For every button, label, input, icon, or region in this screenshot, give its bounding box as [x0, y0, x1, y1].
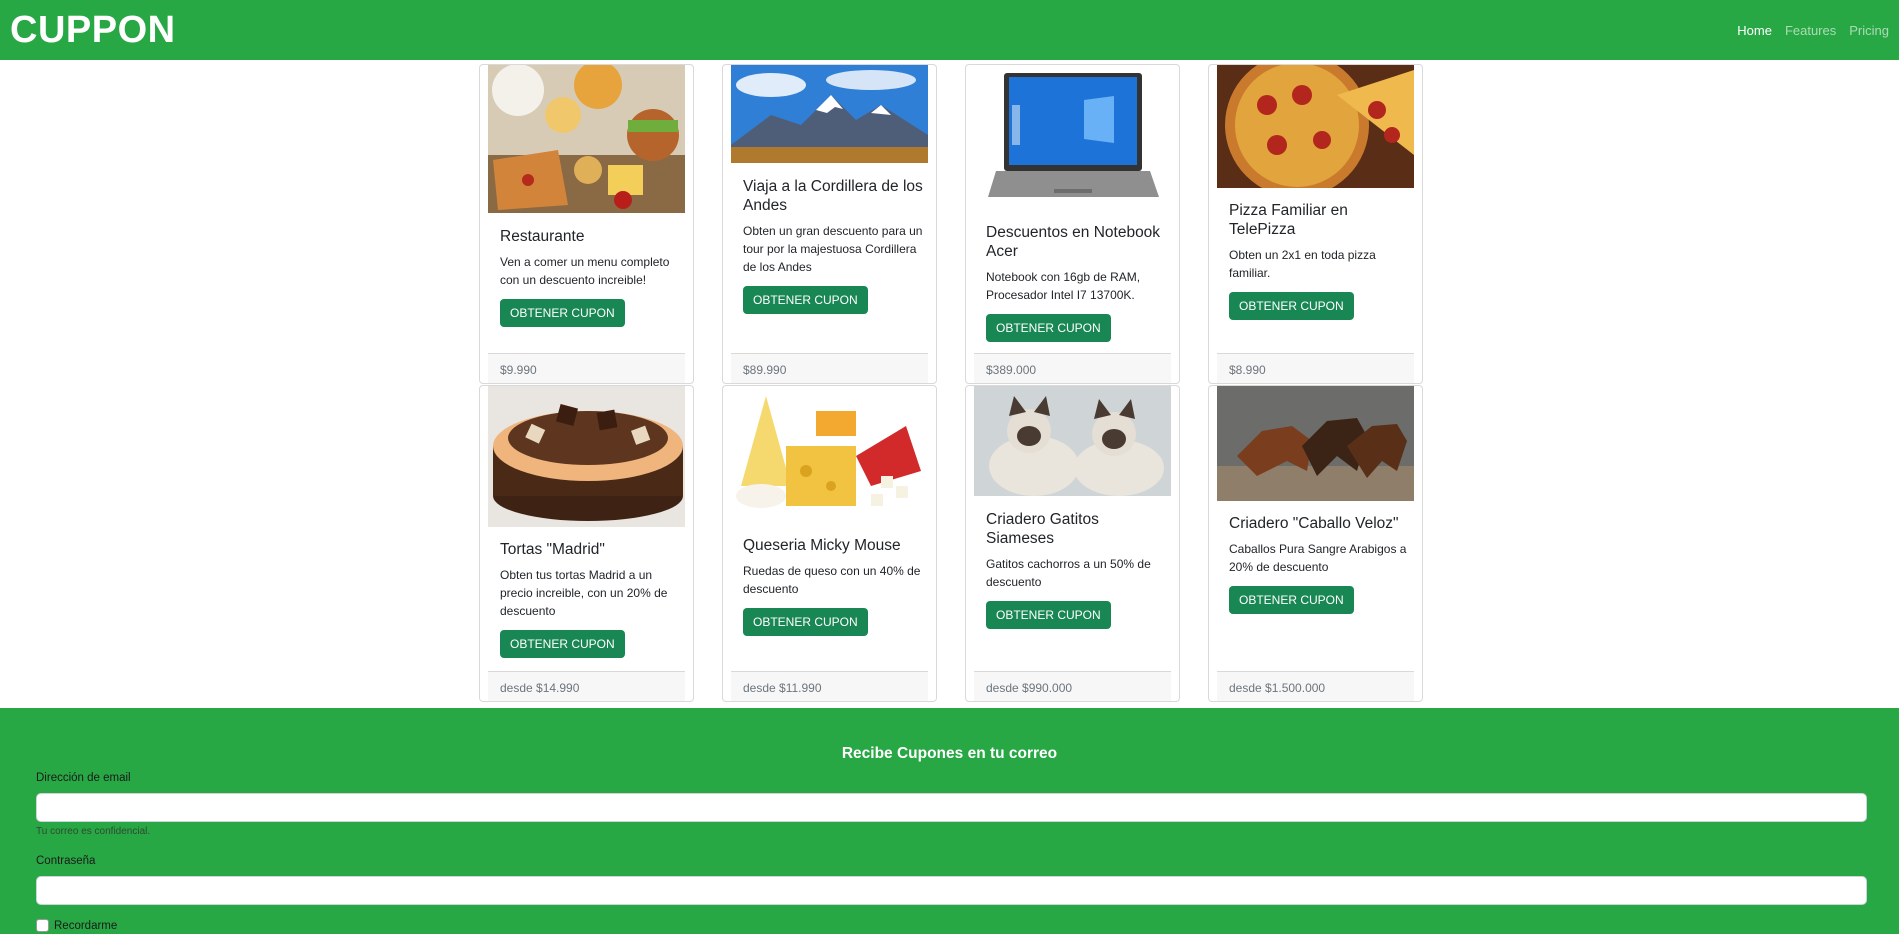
- get-coupon-button[interactable]: OBTENER CUPON: [500, 630, 625, 658]
- coupon-card-andes: Viaja a la Cordillera de los Andes Obten…: [722, 64, 937, 384]
- coupon-card-tortas: Tortas "Madrid" Obten tus tortas Madrid …: [479, 385, 694, 702]
- card-title: Criadero Gatitos Siameses: [986, 511, 1099, 547]
- coupon-card-queseria: Queseria Micky Mouse Ruedas de queso con…: [722, 385, 937, 702]
- coupon-card-restaurante: Restaurante Ven a comer un menu completo…: [479, 64, 694, 384]
- card-price: $9.990: [488, 353, 685, 383]
- get-coupon-button[interactable]: OBTENER CUPON: [986, 601, 1111, 629]
- card-body: Restaurante Ven a comer un menu completo…: [500, 227, 683, 327]
- card-text: Obten un gran descuento para un tour por…: [743, 224, 923, 274]
- newsletter-title: Recibe Cupones en tu correo: [841, 745, 1058, 762]
- card-body: Tortas "Madrid" Obten tus tortas Madrid …: [500, 540, 683, 658]
- card-title: Pizza Familiar en TelePizza: [1229, 202, 1348, 238]
- card-price: desde $1.500.000: [1217, 671, 1414, 701]
- card-text: Caballos Pura Sangre Arabigos a 20% de d…: [1229, 542, 1407, 574]
- get-coupon-button[interactable]: OBTENER CUPON: [500, 299, 625, 327]
- card-title: Criadero "Caballo Veloz": [1229, 515, 1399, 532]
- nav-link-home[interactable]: Home: [1737, 23, 1772, 38]
- card-price: $89.990: [731, 353, 928, 383]
- mountain-image: [731, 65, 928, 163]
- nav-links: Home Features Pricing: [1737, 23, 1889, 38]
- nav-link-features[interactable]: Features: [1785, 23, 1836, 38]
- card-body: Queseria Micky Mouse Ruedas de queso con…: [743, 536, 926, 636]
- fast-food-image: [488, 65, 685, 213]
- card-body: Criadero Gatitos Siameses Gatitos cachor…: [986, 510, 1169, 629]
- coupon-card-gatitos: Criadero Gatitos Siameses Gatitos cachor…: [965, 385, 1180, 702]
- cats-image: [974, 386, 1171, 496]
- card-body: Criadero "Caballo Veloz" Caballos Pura S…: [1229, 514, 1412, 614]
- nav-link-pricing[interactable]: Pricing: [1849, 23, 1889, 38]
- card-title: Viaja a la Cordillera de los Andes: [743, 178, 923, 214]
- get-coupon-button[interactable]: OBTENER CUPON: [743, 608, 868, 636]
- coupon-card-caballos: Criadero "Caballo Veloz" Caballos Pura S…: [1208, 385, 1423, 702]
- newsletter-section: Recibe Cupones en tu correo Dirección de…: [0, 708, 1899, 934]
- card-text: Ruedas de queso con un 40% de descuento: [743, 564, 921, 596]
- card-price: desde $11.990: [731, 671, 928, 701]
- email-label: Dirección de email: [36, 772, 131, 784]
- card-title: Queseria Micky Mouse: [743, 537, 901, 554]
- coupon-card-pizza: Pizza Familiar en TelePizza Obten un 2x1…: [1208, 64, 1423, 384]
- card-title: Tortas "Madrid": [500, 541, 605, 558]
- email-field[interactable]: [36, 793, 1867, 822]
- pizza-image: [1217, 65, 1414, 188]
- coupon-card-notebook: Descuentos en Notebook Acer Notebook con…: [965, 64, 1180, 384]
- cheese-image: [731, 386, 928, 523]
- card-body: Pizza Familiar en TelePizza Obten un 2x1…: [1229, 201, 1412, 320]
- get-coupon-button[interactable]: OBTENER CUPON: [1229, 292, 1354, 320]
- card-body: Descuentos en Notebook Acer Notebook con…: [986, 223, 1169, 342]
- card-text: Gatitos cachorros a un 50% de descuento: [986, 557, 1151, 589]
- password-label: Contraseña: [36, 855, 96, 867]
- horses-image: [1217, 386, 1414, 501]
- get-coupon-button[interactable]: OBTENER CUPON: [743, 286, 868, 314]
- card-title: Descuentos en Notebook Acer: [986, 224, 1161, 260]
- laptop-image: [974, 65, 1171, 209]
- card-text: Obten un 2x1 en toda pizza familiar.: [1229, 248, 1376, 280]
- password-field[interactable]: [36, 876, 1867, 905]
- card-text: Ven a comer un menu completo con un desc…: [500, 255, 670, 287]
- card-price: $8.990: [1217, 353, 1414, 383]
- cake-image: [488, 386, 685, 527]
- card-price: desde $990.000: [974, 671, 1171, 701]
- navbar: CUPPON Home Features Pricing: [0, 0, 1899, 60]
- card-title: Restaurante: [500, 228, 585, 245]
- remember-checkbox[interactable]: [36, 919, 49, 932]
- card-text: Obten tus tortas Madrid a un precio incr…: [500, 568, 668, 618]
- card-body: Viaja a la Cordillera de los Andes Obten…: [743, 177, 926, 314]
- get-coupon-button[interactable]: OBTENER CUPON: [1229, 586, 1354, 614]
- brand-logo[interactable]: CUPPON: [10, 9, 176, 52]
- remember-label: Recordarme: [54, 920, 118, 932]
- email-help-text: Tu correo es confidencial.: [36, 826, 151, 837]
- get-coupon-button[interactable]: OBTENER CUPON: [986, 314, 1111, 342]
- card-price: desde $14.990: [488, 671, 685, 701]
- card-price: $389.000: [974, 353, 1171, 383]
- card-text: Notebook con 16gb de RAM, Procesador Int…: [986, 270, 1141, 302]
